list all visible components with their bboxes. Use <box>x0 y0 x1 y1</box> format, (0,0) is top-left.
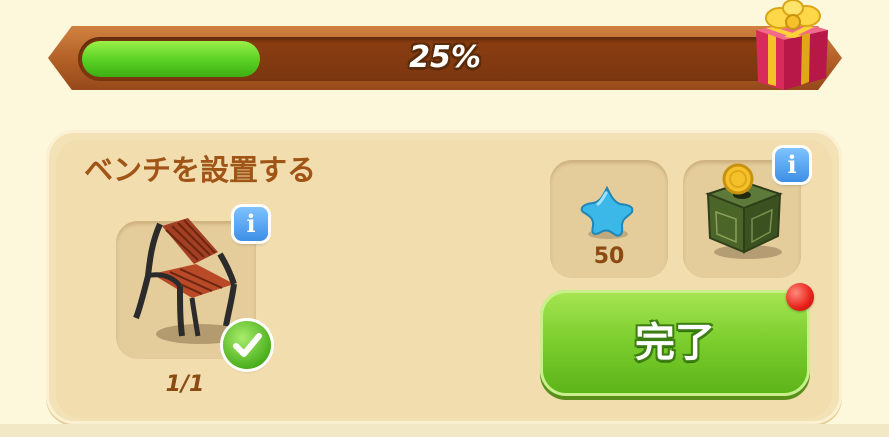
star-reward-amount: 50 <box>593 244 625 269</box>
progress-percent-label: 25% <box>409 40 481 75</box>
complete-button-label: 完了 <box>635 320 715 366</box>
notification-dot-icon <box>786 283 814 311</box>
coin-box-info-button[interactable]: i <box>775 148 809 182</box>
bench-count: 1/1 <box>165 372 205 397</box>
bench-info-button[interactable]: i <box>234 207 268 241</box>
blue-star-icon <box>580 185 634 239</box>
bottom-strip <box>0 424 889 437</box>
gift-box-icon[interactable] <box>748 0 834 92</box>
completed-check-icon <box>223 321 271 369</box>
quest-title: ベンチを設置する <box>84 153 317 187</box>
complete-button[interactable]: 完了 <box>540 290 810 396</box>
